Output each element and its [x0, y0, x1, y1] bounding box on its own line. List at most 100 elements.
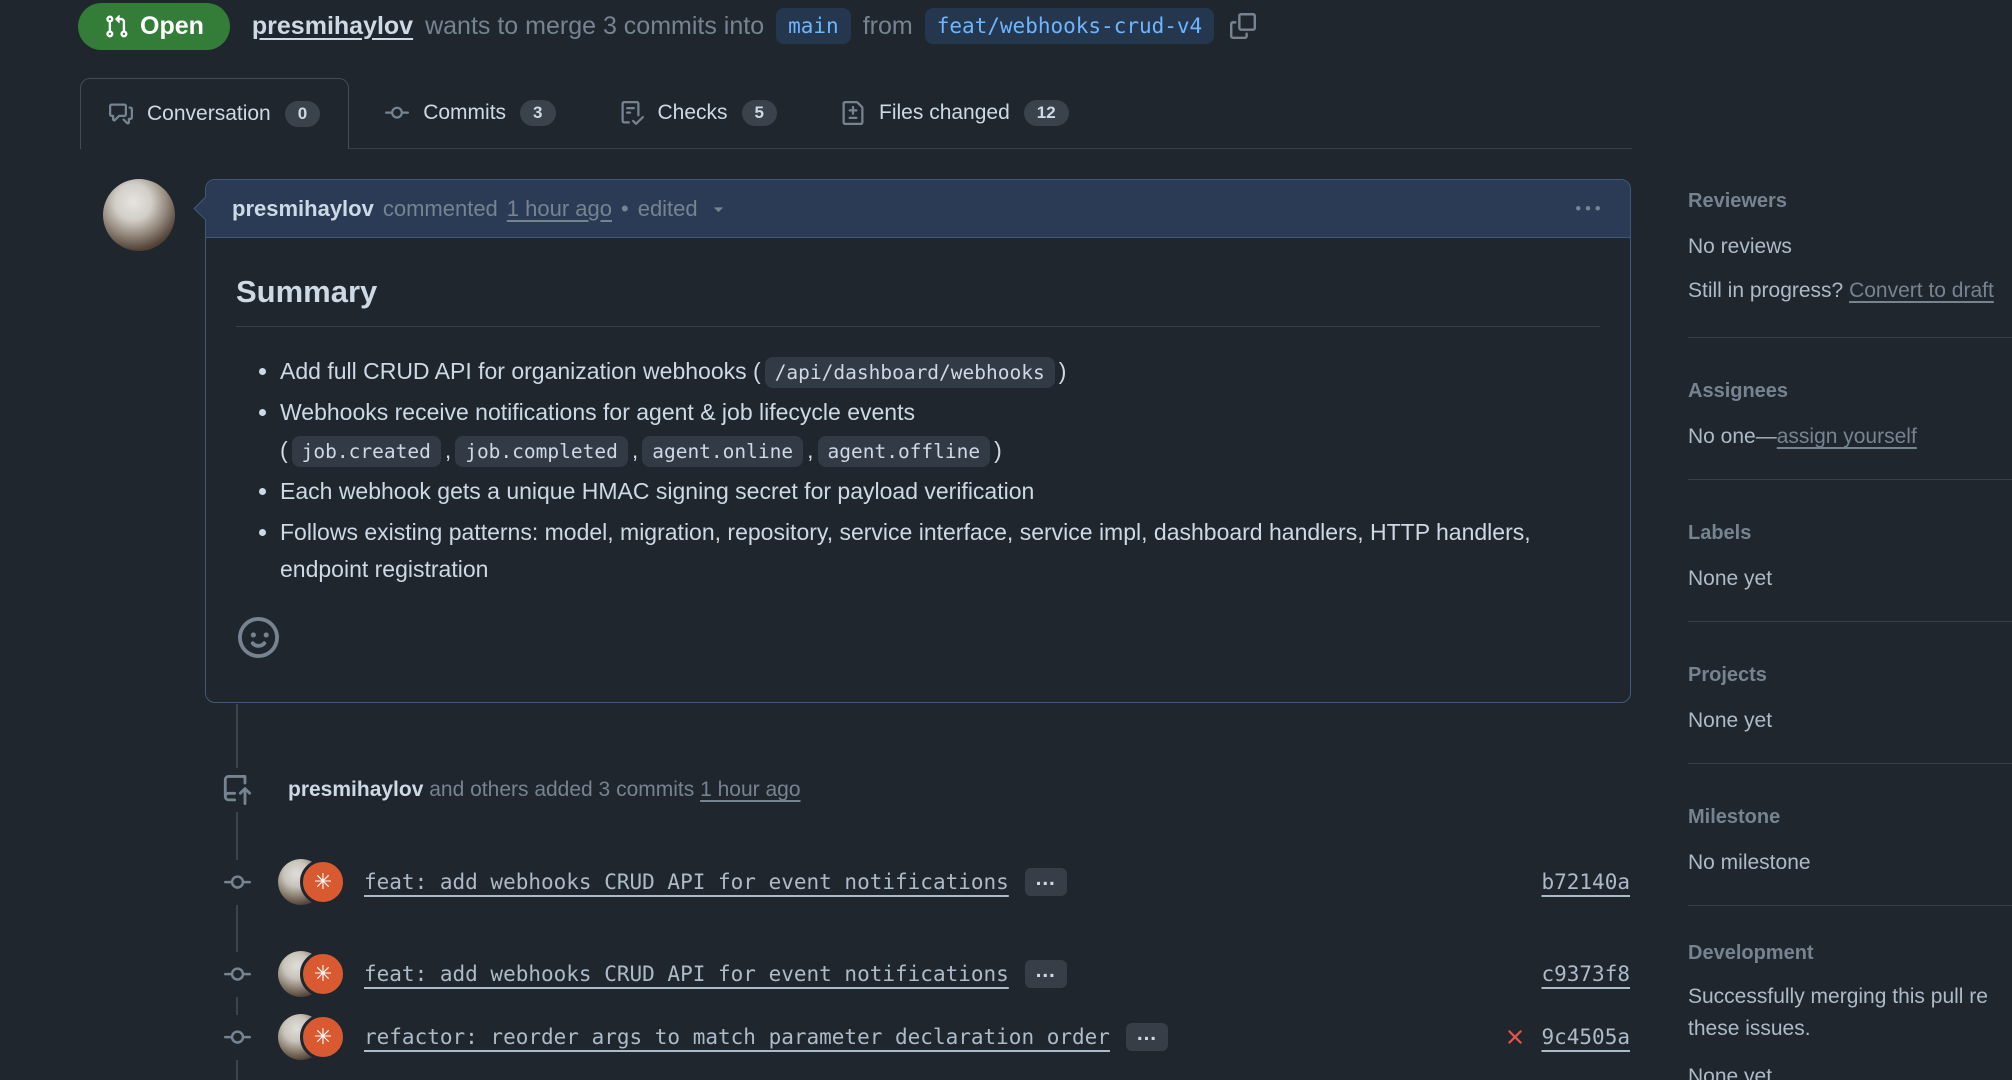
labels-empty-text: None yet — [1688, 567, 2012, 591]
avatar-glyph: ✳ — [314, 869, 332, 895]
code-agent-offline: agent.offline — [818, 436, 991, 467]
comment-options-button[interactable] — [1572, 193, 1604, 225]
event-timestamp-link[interactable]: 1 hour ago — [700, 778, 800, 801]
convert-to-draft-link[interactable]: Convert to draft — [1849, 279, 1994, 302]
tab-commits-count: 3 — [520, 100, 555, 126]
bullet-crud-api: Add full CRUD API for organization webho… — [280, 353, 1600, 390]
file-diff-icon — [841, 101, 865, 125]
assignees-empty-row: No one—assign yourself — [1688, 425, 2012, 449]
commit-row: ✳ feat: add webhooks CRUD API for event … — [206, 858, 1630, 906]
code-agent-online: agent.online — [642, 436, 803, 467]
tab-files-changed-count: 12 — [1024, 100, 1069, 126]
milestone-title[interactable]: Milestone — [1688, 806, 2012, 829]
pr-from-text: from — [863, 12, 913, 41]
copy-icon — [1230, 13, 1256, 39]
development-title[interactable]: Development — [1688, 942, 2012, 965]
event-author-link[interactable]: presmihaylov — [288, 778, 423, 801]
sidebar-section-labels: Labels None yet — [1688, 480, 2012, 622]
summary-heading: Summary — [236, 274, 1600, 327]
avatar[interactable]: ✳ — [300, 1014, 346, 1060]
pr-tab-bar: Conversation 0 Commits 3 Checks 5 Files … — [80, 77, 1632, 149]
kebab-horizontal-icon — [1576, 197, 1600, 221]
sidebar-section-assignees: Assignees No one—assign yourself — [1688, 338, 2012, 480]
sidebar-section-milestone: Milestone No milestone — [1688, 764, 2012, 906]
comment-dot-separator: • — [621, 196, 629, 222]
tab-files-changed-label: Files changed — [879, 101, 1010, 125]
labels-title[interactable]: Labels — [1688, 522, 2012, 545]
avatar[interactable]: ✳ — [300, 859, 346, 905]
commit-hash-link[interactable]: 9c4505a — [1541, 1025, 1630, 1049]
comment-timestamp-link[interactable]: 1 hour ago — [507, 196, 612, 222]
git-pull-request-icon — [104, 14, 129, 39]
development-empty-text: None yet — [1688, 1065, 2012, 1080]
summary-bullet-list: Add full CRUD API for organization webho… — [236, 353, 1600, 589]
assignees-title[interactable]: Assignees — [1688, 380, 2012, 403]
code-job-created: job.created — [292, 436, 441, 467]
pull-request-page: Open presmihaylov wants to merge 3 commi… — [0, 0, 2012, 1080]
pr-title: presmihaylov wants to merge 3 commits in… — [252, 8, 1256, 44]
avatar[interactable] — [103, 179, 175, 251]
code-job-completed: job.completed — [455, 436, 628, 467]
git-commit-icon — [385, 101, 409, 125]
projects-title[interactable]: Projects — [1688, 664, 2012, 687]
event-text: presmihaylov and others added 3 commits … — [288, 778, 801, 802]
bullet-hmac-secret: Each webhook gets a unique HMAC signing … — [280, 473, 1600, 510]
copy-branch-button[interactable] — [1226, 13, 1256, 39]
sidebar-section-reviewers: Reviewers No reviews Still in progress? … — [1688, 180, 2012, 338]
repo-push-icon — [206, 768, 268, 812]
commit-avatars: ✳ — [278, 859, 346, 905]
comment-header: presmihaylov commented 1 hour ago • edit… — [206, 180, 1630, 238]
milestone-empty-text: No milestone — [1688, 851, 2012, 875]
development-text-line2: these issues. — [1688, 1017, 2012, 1041]
comment-discussion-icon — [109, 102, 133, 126]
triangle-down-icon[interactable] — [709, 199, 728, 218]
commit-hash-link[interactable]: b72140a — [1541, 870, 1630, 894]
pr-state-badge[interactable]: Open — [78, 3, 230, 50]
tab-checks[interactable]: Checks 5 — [592, 77, 806, 148]
git-commit-icon — [206, 860, 268, 905]
commit-message-link[interactable]: feat: add webhooks CRUD API for event no… — [364, 870, 1009, 894]
commit-message-expand-button[interactable]: … — [1025, 868, 1067, 896]
pr-sidebar: Reviewers No reviews Still in progress? … — [1688, 180, 2012, 1080]
commit-message-link[interactable]: refactor: reorder args to match paramete… — [364, 1025, 1110, 1049]
commit-message-expand-button[interactable]: … — [1025, 960, 1067, 988]
avatar-glyph: ✳ — [314, 961, 332, 987]
avatar[interactable]: ✳ — [300, 951, 346, 997]
check-failed-x-icon[interactable] — [1503, 1025, 1527, 1049]
comment-author-link[interactable]: presmihaylov — [232, 196, 374, 222]
code-webhooks-path: /api/dashboard/webhooks — [765, 357, 1055, 388]
tab-checks-count: 5 — [742, 100, 777, 126]
convert-to-draft-row: Still in progress? Convert to draft — [1688, 279, 2012, 303]
reviewers-title[interactable]: Reviewers — [1688, 190, 2012, 213]
comment-body: Summary Add full CRUD API for organizati… — [206, 238, 1630, 663]
pr-state-label: Open — [140, 12, 204, 41]
assign-yourself-link[interactable]: assign yourself — [1777, 425, 1917, 448]
pr-merge-text: wants to merge 3 commits into — [425, 12, 764, 41]
commits-added-event: presmihaylov and others added 3 commits … — [206, 768, 801, 812]
tab-conversation[interactable]: Conversation 0 — [80, 78, 349, 149]
tab-files-changed[interactable]: Files changed 12 — [813, 77, 1097, 148]
commit-hash-link[interactable]: c9373f8 — [1541, 962, 1630, 986]
smiley-icon — [238, 617, 279, 658]
comment-action-text: commented — [383, 196, 498, 222]
pr-description-comment: presmihaylov commented 1 hour ago • edit… — [205, 179, 1631, 703]
commit-row: ✳ feat: add webhooks CRUD API for event … — [206, 950, 1630, 998]
tab-commits-label: Commits — [423, 101, 506, 125]
head-branch-label[interactable]: feat/webhooks-crud-v4 — [925, 8, 1215, 44]
checklist-icon — [620, 101, 644, 125]
pr-author-link[interactable]: presmihaylov — [252, 12, 413, 41]
commit-avatars: ✳ — [278, 1014, 346, 1060]
tab-commits[interactable]: Commits 3 — [357, 77, 583, 148]
tab-conversation-label: Conversation — [147, 102, 271, 126]
reviewers-empty-text: No reviews — [1688, 235, 2012, 259]
commit-message-link[interactable]: feat: add webhooks CRUD API for event no… — [364, 962, 1009, 986]
add-reaction-button[interactable] — [238, 617, 279, 658]
base-branch-label[interactable]: main — [776, 8, 851, 44]
comment-edited-label[interactable]: edited — [638, 196, 698, 222]
commit-row: ✳ refactor: reorder args to match parame… — [206, 1013, 1630, 1061]
pr-meta-bar: Open presmihaylov wants to merge 3 commi… — [78, 1, 1256, 51]
tab-conversation-count: 0 — [285, 101, 320, 127]
still-in-progress-text: Still in progress? — [1688, 279, 1843, 302]
commit-message-expand-button[interactable]: … — [1126, 1023, 1168, 1051]
bullet-existing-patterns: Follows existing patterns: model, migrat… — [280, 514, 1600, 589]
